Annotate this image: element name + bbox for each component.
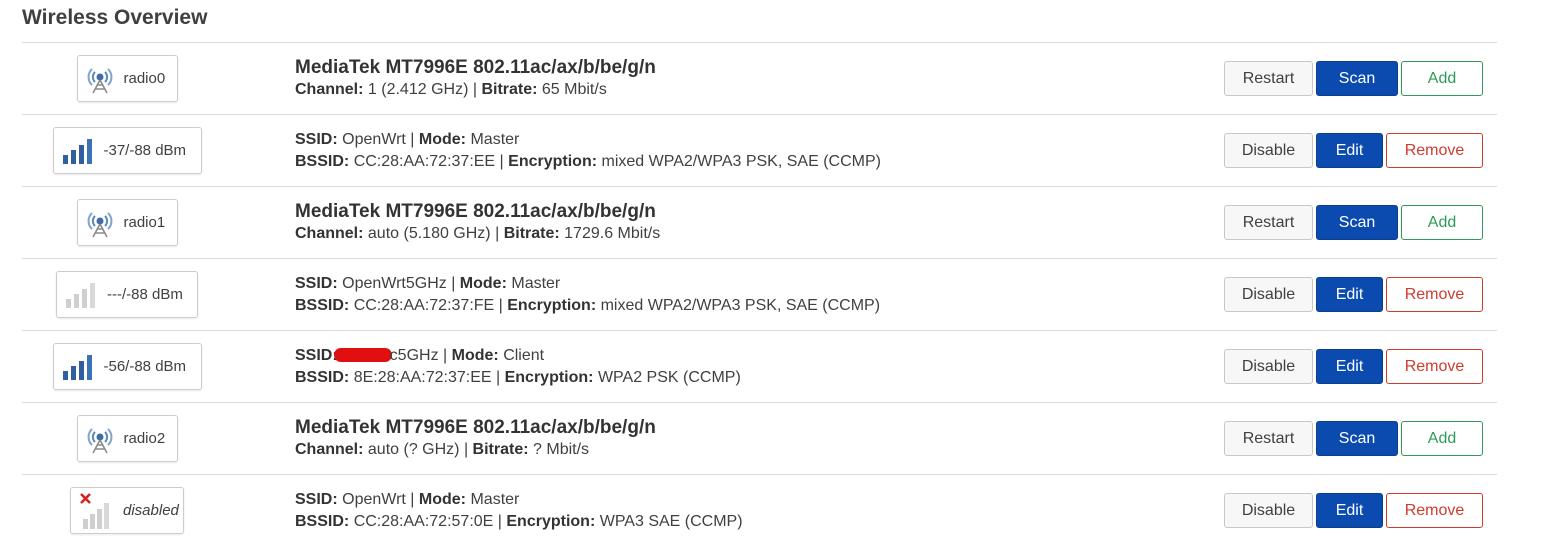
radio-badge: radio1 [76, 199, 178, 246]
wifi-antenna-icon [86, 424, 114, 454]
network-ssid-line: SSID: OpenWrt5GHz | Mode: Master [295, 274, 561, 292]
network-row: -37/-88 dBm SSID: OpenWrt | Mode: Master… [22, 115, 1497, 187]
radio-badge-label: radio2 [123, 430, 166, 447]
disable-button[interactable]: Disable [1224, 133, 1313, 168]
add-button[interactable]: Add [1401, 205, 1483, 240]
radio-row-radio2: radio2 MediaTek MT7996E 802.11ac/ax/b/be… [22, 403, 1497, 475]
signal-label: disabled [123, 502, 179, 519]
network-row: ---/-88 dBm SSID: OpenWrt5GHz | Mode: Ma… [22, 259, 1497, 331]
page-title: Wireless Overview [22, 6, 208, 29]
radio-row-radio1: radio1 MediaTek MT7996E 802.11ac/ax/b/be… [22, 187, 1497, 259]
radio-details: Channel: 1 (2.412 GHz) | Bitrate: 65 Mbi… [295, 81, 607, 98]
network-row: disabled SSID: OpenWrt | Mode: Master BS… [22, 475, 1497, 546]
restart-button[interactable]: Restart [1224, 61, 1313, 96]
network-bssid-line: BSSID: CC:28:AA:72:57:0E | Encryption: W… [295, 512, 743, 530]
disable-button[interactable]: Disable [1224, 493, 1313, 528]
radio-row-radio0: radio0 MediaTek MT7996E 802.11ac/ax/b/be… [22, 43, 1497, 115]
edit-button[interactable]: Edit [1316, 349, 1383, 384]
signal-badge: -37/-88 dBm [52, 127, 202, 174]
signal-badge: disabled [70, 487, 184, 534]
signal-label: ---/-88 dBm [107, 286, 183, 303]
signal-label: -56/-88 dBm [103, 358, 187, 375]
wireless-table: radio0 MediaTek MT7996E 802.11ac/ax/b/be… [22, 42, 1497, 546]
remove-button[interactable]: Remove [1386, 493, 1483, 528]
scan-button[interactable]: Scan [1316, 205, 1398, 240]
disable-button[interactable]: Disable [1224, 277, 1313, 312]
edit-button[interactable]: Edit [1316, 133, 1383, 168]
scan-button[interactable]: Scan [1316, 61, 1398, 96]
network-bssid-line: BSSID: CC:28:AA:72:37:FE | Encryption: m… [295, 296, 881, 314]
edit-button[interactable]: Edit [1316, 277, 1383, 312]
signal-badge: -56/-88 dBm [52, 343, 202, 390]
remove-button[interactable]: Remove [1386, 133, 1483, 168]
radio-details: Channel: auto (? GHz) | Bitrate: ? Mbit/… [295, 441, 590, 458]
wifi-antenna-icon [86, 64, 114, 94]
restart-button[interactable]: Restart [1224, 205, 1313, 240]
network-ssid-line: SSID: c5GHz | Mode: Client [295, 346, 545, 364]
network-ssid-line: SSID: OpenWrt | Mode: Master [295, 130, 520, 148]
signal-badge: ---/-88 dBm [56, 271, 198, 318]
redaction-mark [333, 348, 392, 363]
radio-badge-label: radio0 [123, 70, 166, 87]
radio-badge-label: radio1 [123, 214, 166, 231]
remove-button[interactable]: Remove [1386, 277, 1483, 312]
network-bssid-line: BSSID: CC:28:AA:72:37:EE | Encryption: m… [295, 152, 881, 170]
radio-details: Channel: auto (5.180 GHz) | Bitrate: 172… [295, 225, 661, 242]
disable-button[interactable]: Disable [1224, 349, 1313, 384]
add-button[interactable]: Add [1401, 421, 1483, 456]
radio-name: MediaTek MT7996E 802.11ac/ax/b/be/g/n [295, 417, 656, 438]
add-button[interactable]: Add [1401, 61, 1483, 96]
restart-button[interactable]: Restart [1224, 421, 1313, 456]
signal-strong-icon [62, 138, 94, 164]
radio-name: MediaTek MT7996E 802.11ac/ax/b/be/g/n [295, 201, 656, 222]
signal-none-icon [65, 282, 97, 308]
radio-name: MediaTek MT7996E 802.11ac/ax/b/be/g/n [295, 57, 656, 78]
signal-disabled-icon [79, 492, 113, 529]
edit-button[interactable]: Edit [1316, 493, 1383, 528]
signal-label: -37/-88 dBm [103, 142, 187, 159]
radio-badge: radio0 [76, 55, 178, 102]
scan-button[interactable]: Scan [1316, 421, 1398, 456]
network-ssid-line: SSID: OpenWrt | Mode: Master [295, 490, 520, 508]
signal-strong-icon [62, 354, 94, 380]
remove-button[interactable]: Remove [1386, 349, 1483, 384]
wifi-antenna-icon [86, 208, 114, 238]
radio-badge: radio2 [76, 415, 178, 462]
network-bssid-line: BSSID: 8E:28:AA:72:37:EE | Encryption: W… [295, 368, 741, 386]
network-row: -56/-88 dBm SSID: c5GHz | Mode: Client BS… [22, 331, 1497, 403]
